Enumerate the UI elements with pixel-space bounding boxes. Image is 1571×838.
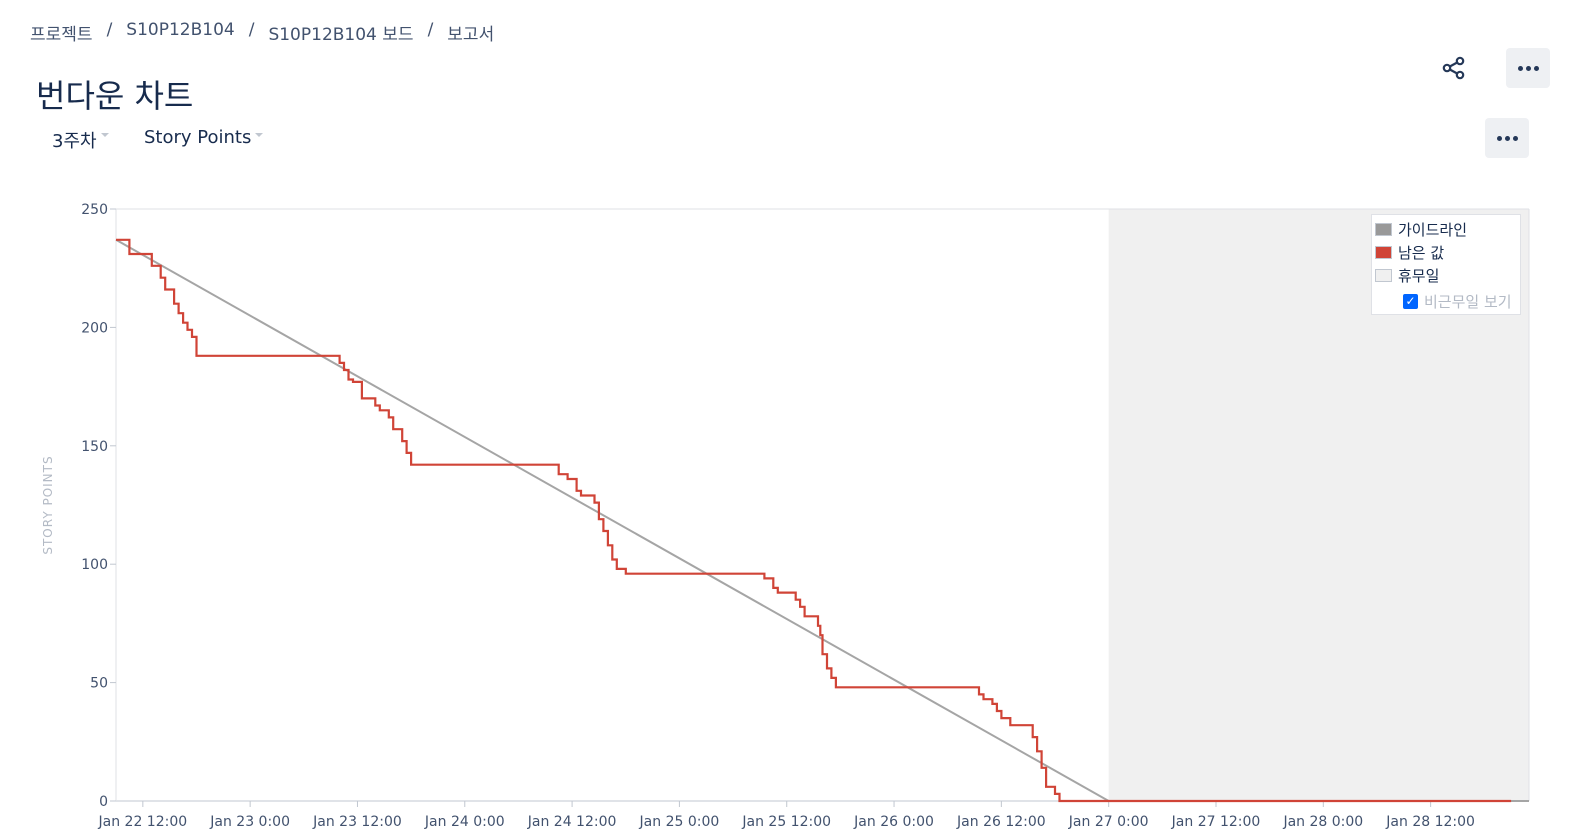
legend-item-guideline[interactable]: 가이드라인 [1375,219,1467,240]
x-tick-label: Jan 26 12:00 [956,814,1046,830]
legend-swatch-remaining [1375,246,1392,259]
chart-legend: 가이드라인 남은 값 휴무일 ✓ 비근무일 보기 [1371,214,1521,315]
x-tick-label: Jan 28 0:00 [1282,814,1363,830]
x-tick-label: Jan 26 0:00 [853,814,934,830]
legend-item-remaining[interactable]: 남은 값 [1375,242,1444,263]
legend-label-non-working: 휴무일 [1398,267,1440,285]
y-tick-label: 250 [81,202,108,218]
x-tick-label: Jan 22 12:00 [98,814,188,830]
x-tick-label: Jan 25 12:00 [741,814,831,830]
x-tick-label: Jan 27 12:00 [1171,814,1261,830]
x-tick-label: Jan 27 0:00 [1068,814,1149,830]
y-tick-label: 50 [90,676,108,692]
x-tick-label: Jan 24 12:00 [527,814,617,830]
y-axis-label: STORY POINTS [41,455,55,554]
legend-label-remaining: 남은 값 [1398,244,1445,262]
y-tick-label: 200 [81,320,108,336]
x-ticks: Jan 22 12:00 Jan 23 0:00 Jan 23 12:00 Jan 2… [98,801,1475,830]
x-tick-label: Jan 23 0:00 [209,814,290,830]
burndown-chart: 050100150200250 Jan 22 12:00 Jan 23 0:00 J… [41,202,1530,830]
show-non-working-days-toggle[interactable]: ✓ 비근무일 보기 [1403,291,1512,312]
x-tick-label: Jan 24 0:00 [424,814,505,830]
legend-swatch-non-working [1375,269,1392,282]
x-tick-label: Jan 25 0:00 [639,814,720,830]
checkbox-checked-icon[interactable]: ✓ [1403,294,1418,309]
y-tick-label: 100 [81,557,108,573]
x-tick-label: Jan 23 12:00 [312,814,402,830]
y-tick-label: 150 [81,439,108,455]
x-tick-label: Jan 28 12:00 [1385,814,1475,830]
legend-item-non-working[interactable]: 휴무일 [1375,265,1439,286]
y-ticks: 0 50 100 150 200 250 [81,202,116,810]
y-tick-label: 0 [99,794,108,810]
show-non-working-days-label: 비근무일 보기 [1424,293,1512,311]
legend-swatch-guideline [1375,223,1392,236]
legend-label-guideline: 가이드라인 [1398,221,1468,239]
